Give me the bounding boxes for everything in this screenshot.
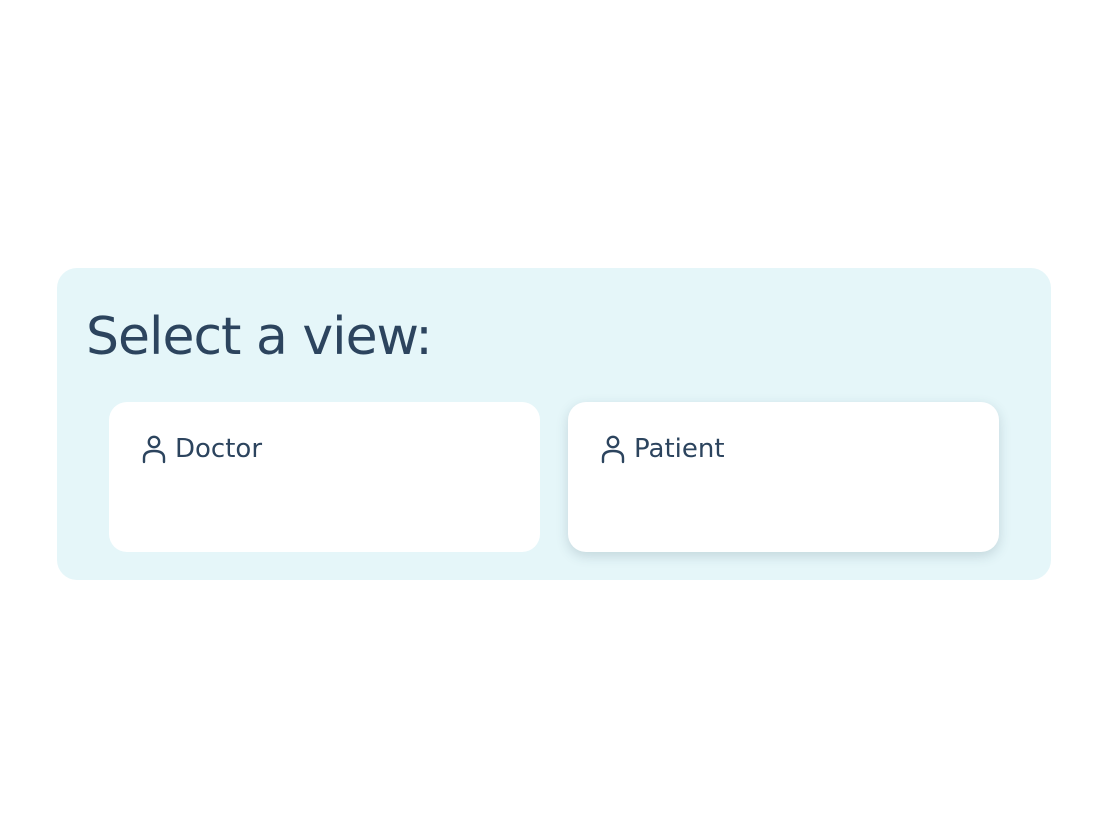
patient-card-header: Patient — [600, 432, 725, 466]
patient-view-card[interactable]: Patient — [568, 402, 999, 552]
doctor-card-header: Doctor — [141, 432, 262, 466]
panel-title: Select a view: — [86, 307, 433, 367]
view-selector-panel: Select a view: Doctor Patient — [57, 268, 1051, 580]
patient-card-label: Patient — [634, 434, 725, 464]
user-icon — [600, 434, 626, 464]
doctor-card-label: Doctor — [175, 434, 263, 464]
doctor-view-card[interactable]: Doctor — [109, 402, 540, 552]
user-icon — [141, 434, 167, 464]
